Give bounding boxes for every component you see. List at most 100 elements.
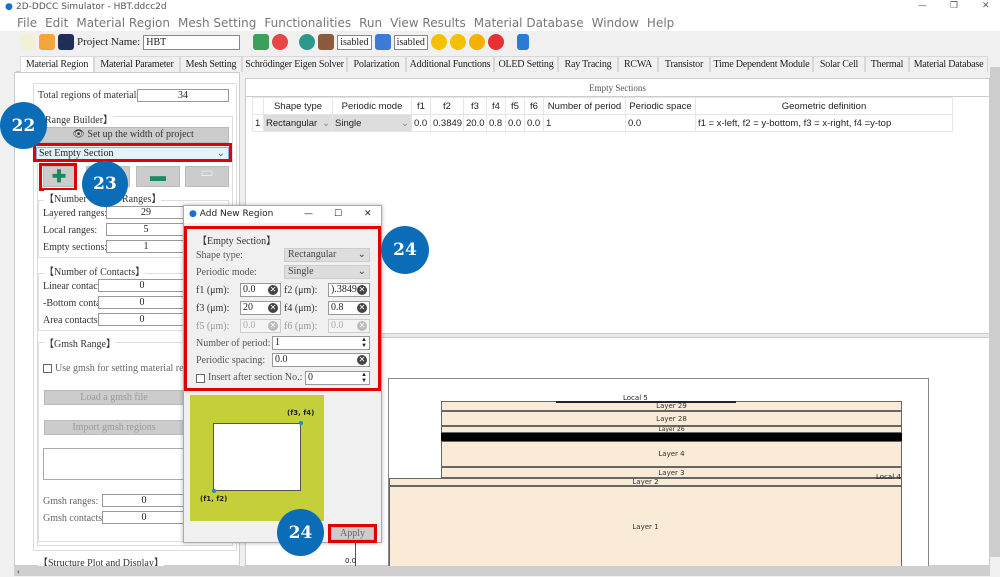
run-batch-icon[interactable]: [468, 34, 485, 50]
cell-periodic-space[interactable]: 0.0: [625, 114, 696, 132]
disabled-field-1[interactable]: isabled: [337, 34, 372, 50]
cell-f4[interactable]: 0.8: [486, 114, 506, 132]
project-name-input[interactable]: HBT: [143, 34, 241, 50]
tab-solar-cell[interactable]: Solar Cell: [813, 56, 865, 72]
area-contacts-value: 0: [98, 313, 186, 326]
menu-functionalities[interactable]: Functionalities: [264, 16, 351, 30]
tab-rcwa[interactable]: RCWA: [618, 56, 658, 72]
tab-schrodinger[interactable]: Schrödinger Eigen Solver: [242, 56, 347, 72]
area-contacts-label: Area contacts:: [43, 315, 101, 326]
tab-additional-functions[interactable]: Additional Functions: [406, 56, 494, 72]
highlight-24-apply: [328, 524, 377, 543]
dialog-titlebar: ● Add New Region — ☐ ✕: [184, 206, 381, 223]
y-tick-label: 0.0: [345, 557, 357, 565]
layer-2[interactable]: Layer 2: [389, 478, 902, 486]
gmsh-title: 【Gmsh Range】: [44, 335, 116, 350]
menu-mesh-setting[interactable]: Mesh Setting: [178, 16, 256, 30]
total-regions-label: Total regions of materials:: [38, 90, 144, 101]
cell-f2[interactable]: 0.3849: [430, 114, 464, 132]
save-icon[interactable]: [58, 34, 74, 50]
menu-window[interactable]: Window: [592, 16, 639, 30]
contacts-title: 【Number of Contacts】: [44, 263, 146, 278]
tab-time-dependent[interactable]: Time Dependent Module: [710, 56, 813, 72]
layer-1[interactable]: Layer 1: [389, 486, 902, 566]
empty-sections-table: Shape type Periodic mode f1 f2 f3 f4 f5 …: [252, 97, 953, 132]
cell-number-of-period[interactable]: 1: [543, 114, 626, 132]
layer-28[interactable]: Layer 28: [441, 411, 902, 426]
menu-material-database[interactable]: Material Database: [474, 16, 584, 30]
menu-view-results[interactable]: View Results: [390, 16, 466, 30]
import-gmsh-button[interactable]: Import gmsh regions: [44, 420, 184, 435]
table-row[interactable]: 1 Rectangular ⌄ Single ⌄ 0.0 0.3849 20.0 0…: [252, 114, 953, 132]
cell-periodic-mode[interactable]: Single ⌄: [332, 114, 412, 132]
menu-run[interactable]: Run: [359, 16, 382, 30]
linear-contact-label: Linear contact: [43, 281, 101, 292]
mesh-icon[interactable]: [318, 34, 335, 50]
close-button[interactable]: ✕: [982, 1, 990, 11]
folder-button[interactable]: ▭: [185, 166, 229, 187]
load-gmsh-button[interactable]: Load a gmsh file: [44, 390, 184, 405]
cell-shape-type[interactable]: Rectangular ⌄: [263, 114, 333, 132]
tab-mesh-setting[interactable]: Mesh Setting: [180, 56, 242, 72]
dialog-close-button[interactable]: ✕: [364, 206, 372, 223]
menu-material-region[interactable]: Material Region: [76, 16, 170, 30]
gmsh-checkbox[interactable]: [43, 364, 52, 373]
bottom-contact-label: -Bottom conta: [43, 298, 101, 309]
point-f3-f4: [299, 421, 303, 425]
empty-sections-label: Empty sections:: [43, 242, 108, 253]
tab-oled-setting[interactable]: OLED Setting: [494, 56, 558, 72]
restore-button[interactable]: ❐: [950, 1, 958, 11]
col-f5: f5: [505, 97, 525, 115]
tab-ray-tracing[interactable]: Ray Tracing: [558, 56, 618, 72]
dialog-title: Add New Region: [199, 209, 274, 219]
local-4-label: Local 4: [876, 473, 901, 481]
layer-3[interactable]: Layer 3: [441, 467, 902, 478]
reload-icon[interactable]: [272, 34, 289, 50]
vertical-scrollbar[interactable]: [990, 57, 1000, 566]
point-f3-f4-label: (f3, f4): [287, 409, 315, 417]
disabled-field-2[interactable]: isabled: [393, 34, 428, 50]
layered-ranges-value: 29: [106, 206, 186, 219]
window-title: 2D-DDCC Simulator - HBT.ddcc2d: [16, 2, 167, 12]
cell-f6[interactable]: 0.0: [524, 114, 544, 132]
setup-width-button[interactable]: 👁 Set up the width of project: [37, 127, 229, 143]
menu-file[interactable]: File: [17, 16, 37, 30]
minimize-button[interactable]: —: [918, 1, 927, 11]
gmsh-contacts-value: 0: [102, 511, 186, 524]
dialog-maximize-button[interactable]: ☐: [334, 206, 342, 223]
horizontal-scrollbar[interactable]: ‹: [14, 566, 990, 576]
linear-contact-value: 0: [98, 279, 186, 292]
remove-region-button[interactable]: ▬: [136, 166, 180, 187]
new-file-icon[interactable]: [20, 34, 36, 50]
cell-f3[interactable]: 20.0: [463, 114, 487, 132]
title-bar: ● 2D-DDCC Simulator - HBT.ddcc2d — ❐ ✕: [0, 0, 1000, 14]
setup-width-label: Set up the width of project: [87, 129, 194, 140]
point-f1-f2-label: (f1, f2): [200, 495, 228, 503]
tab-material-region[interactable]: Material Region: [20, 56, 94, 72]
layer-26[interactable]: Layer 26: [441, 426, 902, 433]
settings-icon[interactable]: [299, 34, 316, 50]
number-ranges-title-tail: Ranges】: [122, 190, 162, 205]
tab-material-database[interactable]: Material Database: [909, 56, 988, 72]
layer-4[interactable]: Layer 4: [441, 441, 902, 467]
cell-f5[interactable]: 0.0: [505, 114, 525, 132]
tab-thermal[interactable]: Thermal: [865, 56, 909, 72]
scroll-left-icon[interactable]: ‹: [14, 567, 20, 576]
tab-transistor[interactable]: Transistor: [658, 56, 710, 72]
gmsh-textarea[interactable]: [43, 448, 185, 480]
tab-material-parameter[interactable]: Material Parameter: [94, 56, 180, 72]
tab-polarization[interactable]: Polarization: [347, 56, 406, 72]
refresh-structure-icon[interactable]: [253, 34, 270, 50]
run-all-icon[interactable]: [449, 34, 466, 50]
col-f6: f6: [524, 97, 544, 115]
open-folder-icon[interactable]: [39, 34, 55, 50]
menu-edit[interactable]: Edit: [45, 16, 68, 30]
run-icon[interactable]: [430, 34, 447, 50]
list-icon[interactable]: [374, 34, 391, 50]
dialog-minimize-button[interactable]: —: [304, 206, 313, 223]
stop-icon[interactable]: [487, 34, 504, 50]
folder-icon: ▭: [200, 166, 214, 181]
cell-f1[interactable]: 0.0: [411, 114, 431, 132]
menu-help[interactable]: Help: [647, 16, 674, 30]
chart-icon[interactable]: [516, 34, 529, 50]
